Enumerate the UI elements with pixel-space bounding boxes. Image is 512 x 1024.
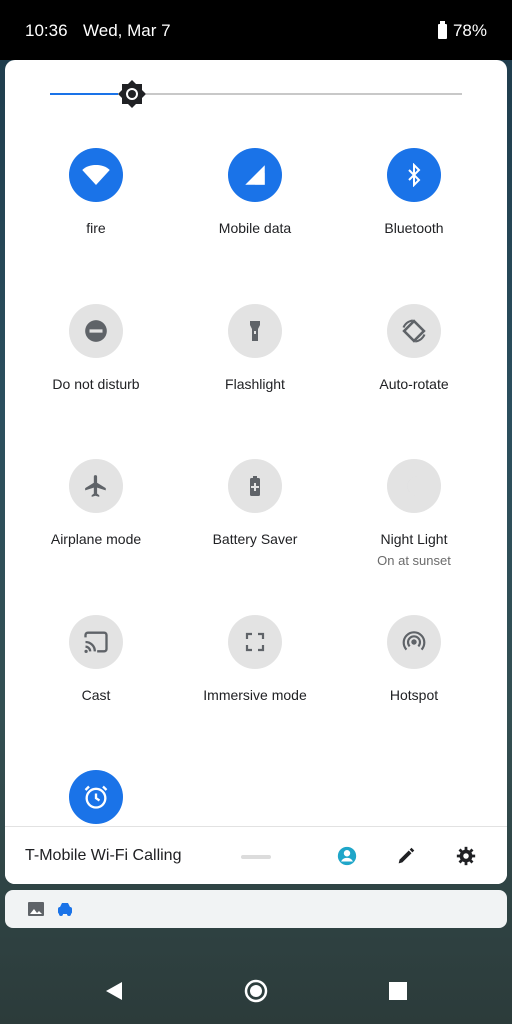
wifi-icon[interactable] [69, 148, 123, 202]
tile-mobile-data[interactable]: Mobile data [180, 148, 330, 236]
moon-icon[interactable] [387, 459, 441, 513]
status-date: Wed, Mar 7 [83, 21, 171, 40]
tile-label: Immersive mode [203, 687, 307, 703]
battery-saver-icon[interactable] [228, 459, 282, 513]
tile-label: Airplane mode [50, 531, 142, 547]
drag-handle[interactable] [241, 855, 271, 859]
tile-label: Cast [81, 687, 111, 703]
cast-icon[interactable] [69, 615, 123, 669]
flashlight-icon[interactable] [228, 304, 282, 358]
battery-icon [437, 20, 447, 39]
status-time: 10:36 [25, 21, 68, 40]
tile-alarm[interactable] [21, 770, 171, 824]
tile-label: Night Light [380, 531, 448, 547]
recents-button[interactable] [386, 979, 410, 1003]
carrier-label: T-Mobile Wi-Fi Calling [25, 847, 182, 864]
quick-settings-footer: T-Mobile Wi-Fi Calling [5, 826, 507, 884]
tile-label: fire [86, 220, 106, 236]
mobile-data-icon[interactable] [228, 148, 282, 202]
tile-bluetooth[interactable]: Bluetooth [339, 148, 489, 236]
back-button[interactable] [102, 979, 126, 1003]
battery-indicator: 78% [437, 20, 487, 41]
image-icon [28, 902, 44, 916]
edit-icon[interactable] [395, 845, 417, 867]
tile-label: Auto-rotate [379, 376, 449, 392]
airplane-icon[interactable] [69, 459, 123, 513]
bluetooth-icon[interactable] [387, 148, 441, 202]
tile-sublabel: On at sunset [377, 553, 451, 568]
brightness-slider[interactable] [50, 80, 462, 108]
tile-battery-saver[interactable]: Battery Saver [180, 459, 330, 547]
tile-immersive-mode[interactable]: Immersive mode [180, 615, 330, 703]
battery-percent: 78% [452, 21, 487, 40]
auto-rotate-icon[interactable] [387, 304, 441, 358]
tile-label: Mobile data [218, 220, 292, 236]
status-bar: 10:36 Wed, Mar 7 78% [0, 0, 512, 60]
hotspot-icon[interactable] [387, 615, 441, 669]
navigation-bar [0, 954, 512, 1024]
tile-label: Hotspot [389, 687, 439, 703]
do-not-disturb-icon[interactable] [69, 304, 123, 358]
tile-flashlight[interactable]: Flashlight [180, 304, 330, 392]
settings-icon[interactable] [455, 845, 477, 867]
user-icon[interactable] [336, 845, 358, 867]
tile-do-not-disturb[interactable]: Do not disturb [21, 304, 171, 392]
tile-airplane-mode[interactable]: Airplane mode [21, 459, 171, 547]
tile-auto-rotate[interactable]: Auto-rotate [339, 304, 489, 392]
car-icon [58, 903, 72, 916]
immersive-icon[interactable] [228, 615, 282, 669]
tile-label: Flashlight [225, 376, 285, 392]
home-button[interactable] [244, 979, 268, 1003]
quick-settings-panel: fire Mobile data Bluetooth Do not disturb Fl… [5, 60, 507, 884]
tile-label: Do not disturb [52, 376, 140, 392]
alarm-icon[interactable] [69, 770, 123, 824]
tile-label: Bluetooth [384, 220, 444, 236]
tile-night-light[interactable]: Night Light On at sunset [339, 459, 489, 568]
tile-fire[interactable]: fire [21, 148, 171, 236]
tile-hotspot[interactable]: Hotspot [339, 615, 489, 703]
notification-card[interactable] [5, 890, 507, 928]
tile-label: Battery Saver [212, 531, 298, 547]
brightness-icon[interactable] [117, 79, 147, 109]
tile-cast[interactable]: Cast [21, 615, 171, 703]
